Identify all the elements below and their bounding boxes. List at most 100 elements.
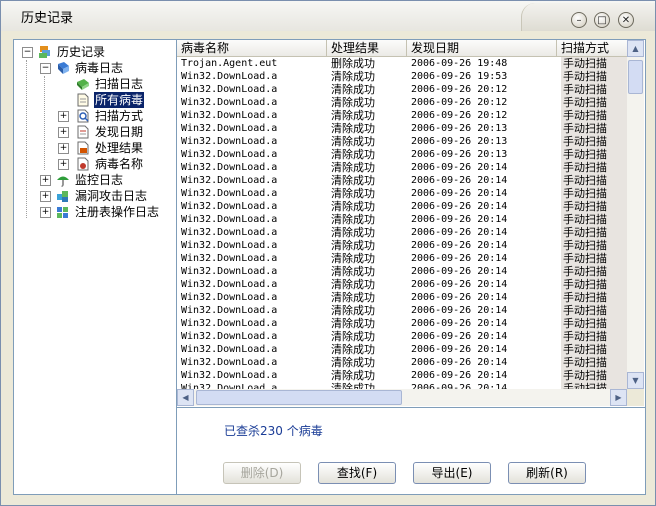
horizontal-scrollbar[interactable]: ◀ ▶ <box>177 389 627 406</box>
cell-result: 清除成功 <box>331 122 375 135</box>
umbrella-icon <box>57 176 69 187</box>
table-row[interactable]: Win32.DownLoad.a 清除成功 2006-09-26 20:13 手动扫描 <box>177 148 627 161</box>
tree-node-virus-name[interactable]: + 病毒名称 <box>14 156 174 172</box>
cell-found-date: 2006-09-26 20:12 <box>411 84 508 95</box>
column-header-virus-name[interactable]: 病毒名称 <box>177 40 327 56</box>
table-row[interactable]: Win32.DownLoad.a 清除成功 2006-09-26 20:14 手动扫描 <box>177 317 627 330</box>
cell-virus-name: Win32.DownLoad.a <box>181 357 278 368</box>
window-title: 历史记录 <box>21 11 74 26</box>
registry-cubes-icon <box>57 207 68 218</box>
table-row[interactable]: Win32.DownLoad.a 清除成功 2006-09-26 20:14 手动扫描 <box>177 304 627 317</box>
tree-node-virus-log[interactable]: − 病毒日志 <box>14 60 174 76</box>
column-header-found-date[interactable]: 发现日期 <box>407 40 557 56</box>
cell-scan-method: 手动扫描 <box>561 226 627 239</box>
tree-node-scan-log[interactable]: 扫描日志 <box>14 76 174 92</box>
table-row[interactable]: Win32.DownLoad.a 清除成功 2006-09-26 20:14 手动扫描 <box>177 382 627 389</box>
cell-scan-method: 手动扫描 <box>561 356 627 369</box>
expand-toggle[interactable]: + <box>58 111 69 122</box>
cell-result: 清除成功 <box>331 317 375 330</box>
table-row[interactable]: Win32.DownLoad.a 清除成功 2006-09-26 20:13 手动扫描 <box>177 122 627 135</box>
vertical-scroll-thumb[interactable] <box>628 60 643 94</box>
cell-result: 清除成功 <box>331 109 375 122</box>
cell-scan-method: 手动扫描 <box>561 304 627 317</box>
expand-toggle[interactable]: + <box>40 207 51 218</box>
cell-virus-name: Win32.DownLoad.a <box>181 331 278 342</box>
cell-virus-name: Win32.DownLoad.a <box>181 318 278 329</box>
cell-virus-name: Win32.DownLoad.a <box>181 240 278 251</box>
cell-found-date: 2006-09-26 20:14 <box>411 240 508 251</box>
table-row[interactable]: Win32.DownLoad.a 清除成功 2006-09-26 20:12 手动扫描 <box>177 109 627 122</box>
table-row[interactable]: Win32.DownLoad.a 清除成功 2006-09-26 20:14 手动扫描 <box>177 252 627 265</box>
table-row[interactable]: Win32.DownLoad.a 清除成功 2006-09-26 20:14 手动扫描 <box>177 369 627 382</box>
column-header-scan-method[interactable]: 扫描方式 <box>557 40 632 56</box>
close-button[interactable]: ✕ <box>618 12 634 28</box>
tree-node-monitor-log[interactable]: + 监控日志 <box>14 172 174 188</box>
table-row[interactable]: Win32.DownLoad.a 清除成功 2006-09-26 20:14 手动扫描 <box>177 174 627 187</box>
scroll-right-button[interactable]: ▶ <box>610 389 627 406</box>
cell-found-date: 2006-09-26 20:14 <box>411 305 508 316</box>
tree-node-all-viruses[interactable]: 所有病毒 <box>14 92 174 108</box>
cell-scan-method: 手动扫描 <box>561 291 627 304</box>
maximize-button[interactable]: □ <box>594 12 610 28</box>
tree-node-result[interactable]: + 处理结果 <box>14 140 174 156</box>
table-row[interactable]: Win32.DownLoad.a 清除成功 2006-09-26 20:14 手动扫描 <box>177 356 627 369</box>
scroll-left-button[interactable]: ◀ <box>177 389 194 406</box>
cell-found-date: 2006-09-26 20:14 <box>411 279 508 290</box>
minimize-button[interactable]: – <box>571 12 587 28</box>
folder-stack-icon <box>39 46 50 58</box>
delete-button[interactable]: 删除(D) <box>223 462 301 484</box>
expand-toggle[interactable]: + <box>40 191 51 202</box>
table-row[interactable]: Win32.DownLoad.a 清除成功 2006-09-26 20:14 手动扫描 <box>177 278 627 291</box>
cell-scan-method: 手动扫描 <box>561 187 627 200</box>
expand-toggle[interactable]: + <box>58 159 69 170</box>
cell-virus-name: Win32.DownLoad.a <box>181 123 278 134</box>
scroll-up-button[interactable]: ▲ <box>627 40 644 57</box>
collapse-toggle[interactable]: − <box>22 47 33 58</box>
export-button[interactable]: 导出(E) <box>413 462 491 484</box>
cell-virus-name: Win32.DownLoad.a <box>181 292 278 303</box>
magnifier-document-icon <box>77 109 89 123</box>
tree-label-monitor-log: 监控日志 <box>75 173 124 187</box>
cell-scan-method: 手动扫描 <box>561 343 627 356</box>
column-header-result[interactable]: 处理结果 <box>327 40 407 56</box>
virus-document-icon <box>77 157 89 171</box>
cell-virus-name: Win32.DownLoad.a <box>181 266 278 277</box>
table-row[interactable]: Win32.DownLoad.a 清除成功 2006-09-26 20:14 手动扫描 <box>177 265 627 278</box>
cell-virus-name: Win32.DownLoad.a <box>181 279 278 290</box>
table-row[interactable]: Win32.DownLoad.a 清除成功 2006-09-26 20:14 手动扫描 <box>177 161 627 174</box>
cell-scan-method: 手动扫描 <box>561 109 627 122</box>
find-button[interactable]: 查找(F) <box>318 462 396 484</box>
cell-scan-method: 手动扫描 <box>561 213 627 226</box>
table-row[interactable]: Win32.DownLoad.a 清除成功 2006-09-26 20:12 手动扫描 <box>177 83 627 96</box>
expand-toggle[interactable]: + <box>58 127 69 138</box>
table-row[interactable]: Win32.DownLoad.a 清除成功 2006-09-26 20:14 手动扫描 <box>177 213 627 226</box>
table-row[interactable]: Win32.DownLoad.a 清除成功 2006-09-26 20:14 手动扫描 <box>177 239 627 252</box>
cell-result: 清除成功 <box>331 291 375 304</box>
cell-found-date: 2006-09-26 20:14 <box>411 292 508 303</box>
table-row[interactable]: Win32.DownLoad.a 清除成功 2006-09-26 20:14 手动扫描 <box>177 330 627 343</box>
tree-node-registry-log[interactable]: + 注册表操作日志 <box>14 204 174 220</box>
table-row[interactable]: Win32.DownLoad.a 清除成功 2006-09-26 20:14 手动扫描 <box>177 226 627 239</box>
table-row[interactable]: Win32.DownLoad.a 清除成功 2006-09-26 20:14 手动扫描 <box>177 187 627 200</box>
expand-toggle[interactable]: + <box>58 143 69 154</box>
horizontal-scroll-thumb[interactable] <box>196 390 402 405</box>
refresh-button[interactable]: 刷新(R) <box>508 462 586 484</box>
table-row[interactable]: Win32.DownLoad.a 清除成功 2006-09-26 20:13 手动扫描 <box>177 135 627 148</box>
tree-node-history[interactable]: − 历史记录 <box>14 44 174 60</box>
table-row[interactable]: Win32.DownLoad.a 清除成功 2006-09-26 20:12 手动扫描 <box>177 96 627 109</box>
cell-virus-name: Win32.DownLoad.a <box>181 214 278 225</box>
tree-node-exploit-log[interactable]: + 漏洞攻击日志 <box>14 188 174 204</box>
cell-result: 清除成功 <box>331 213 375 226</box>
scroll-down-button[interactable]: ▼ <box>627 372 644 389</box>
tree-node-scan-method[interactable]: + 扫描方式 <box>14 108 174 124</box>
table-row[interactable]: Win32.DownLoad.a 清除成功 2006-09-26 19:53 手动扫描 <box>177 70 627 83</box>
cell-scan-method: 手动扫描 <box>561 83 627 96</box>
expand-toggle[interactable]: + <box>40 175 51 186</box>
table-row[interactable]: Win32.DownLoad.a 清除成功 2006-09-26 20:14 手动扫描 <box>177 343 627 356</box>
collapse-toggle[interactable]: − <box>40 63 51 74</box>
vertical-scrollbar[interactable]: ▲ ▼ <box>627 40 644 389</box>
tree-node-found-date[interactable]: + 发现日期 <box>14 124 174 140</box>
table-row[interactable]: Win32.DownLoad.a 清除成功 2006-09-26 20:14 手动扫描 <box>177 291 627 304</box>
table-row[interactable]: Trojan.Agent.eut 删除成功 2006-09-26 19:48 手动扫描 <box>177 57 627 70</box>
table-row[interactable]: Win32.DownLoad.a 清除成功 2006-09-26 20:14 手动扫描 <box>177 200 627 213</box>
